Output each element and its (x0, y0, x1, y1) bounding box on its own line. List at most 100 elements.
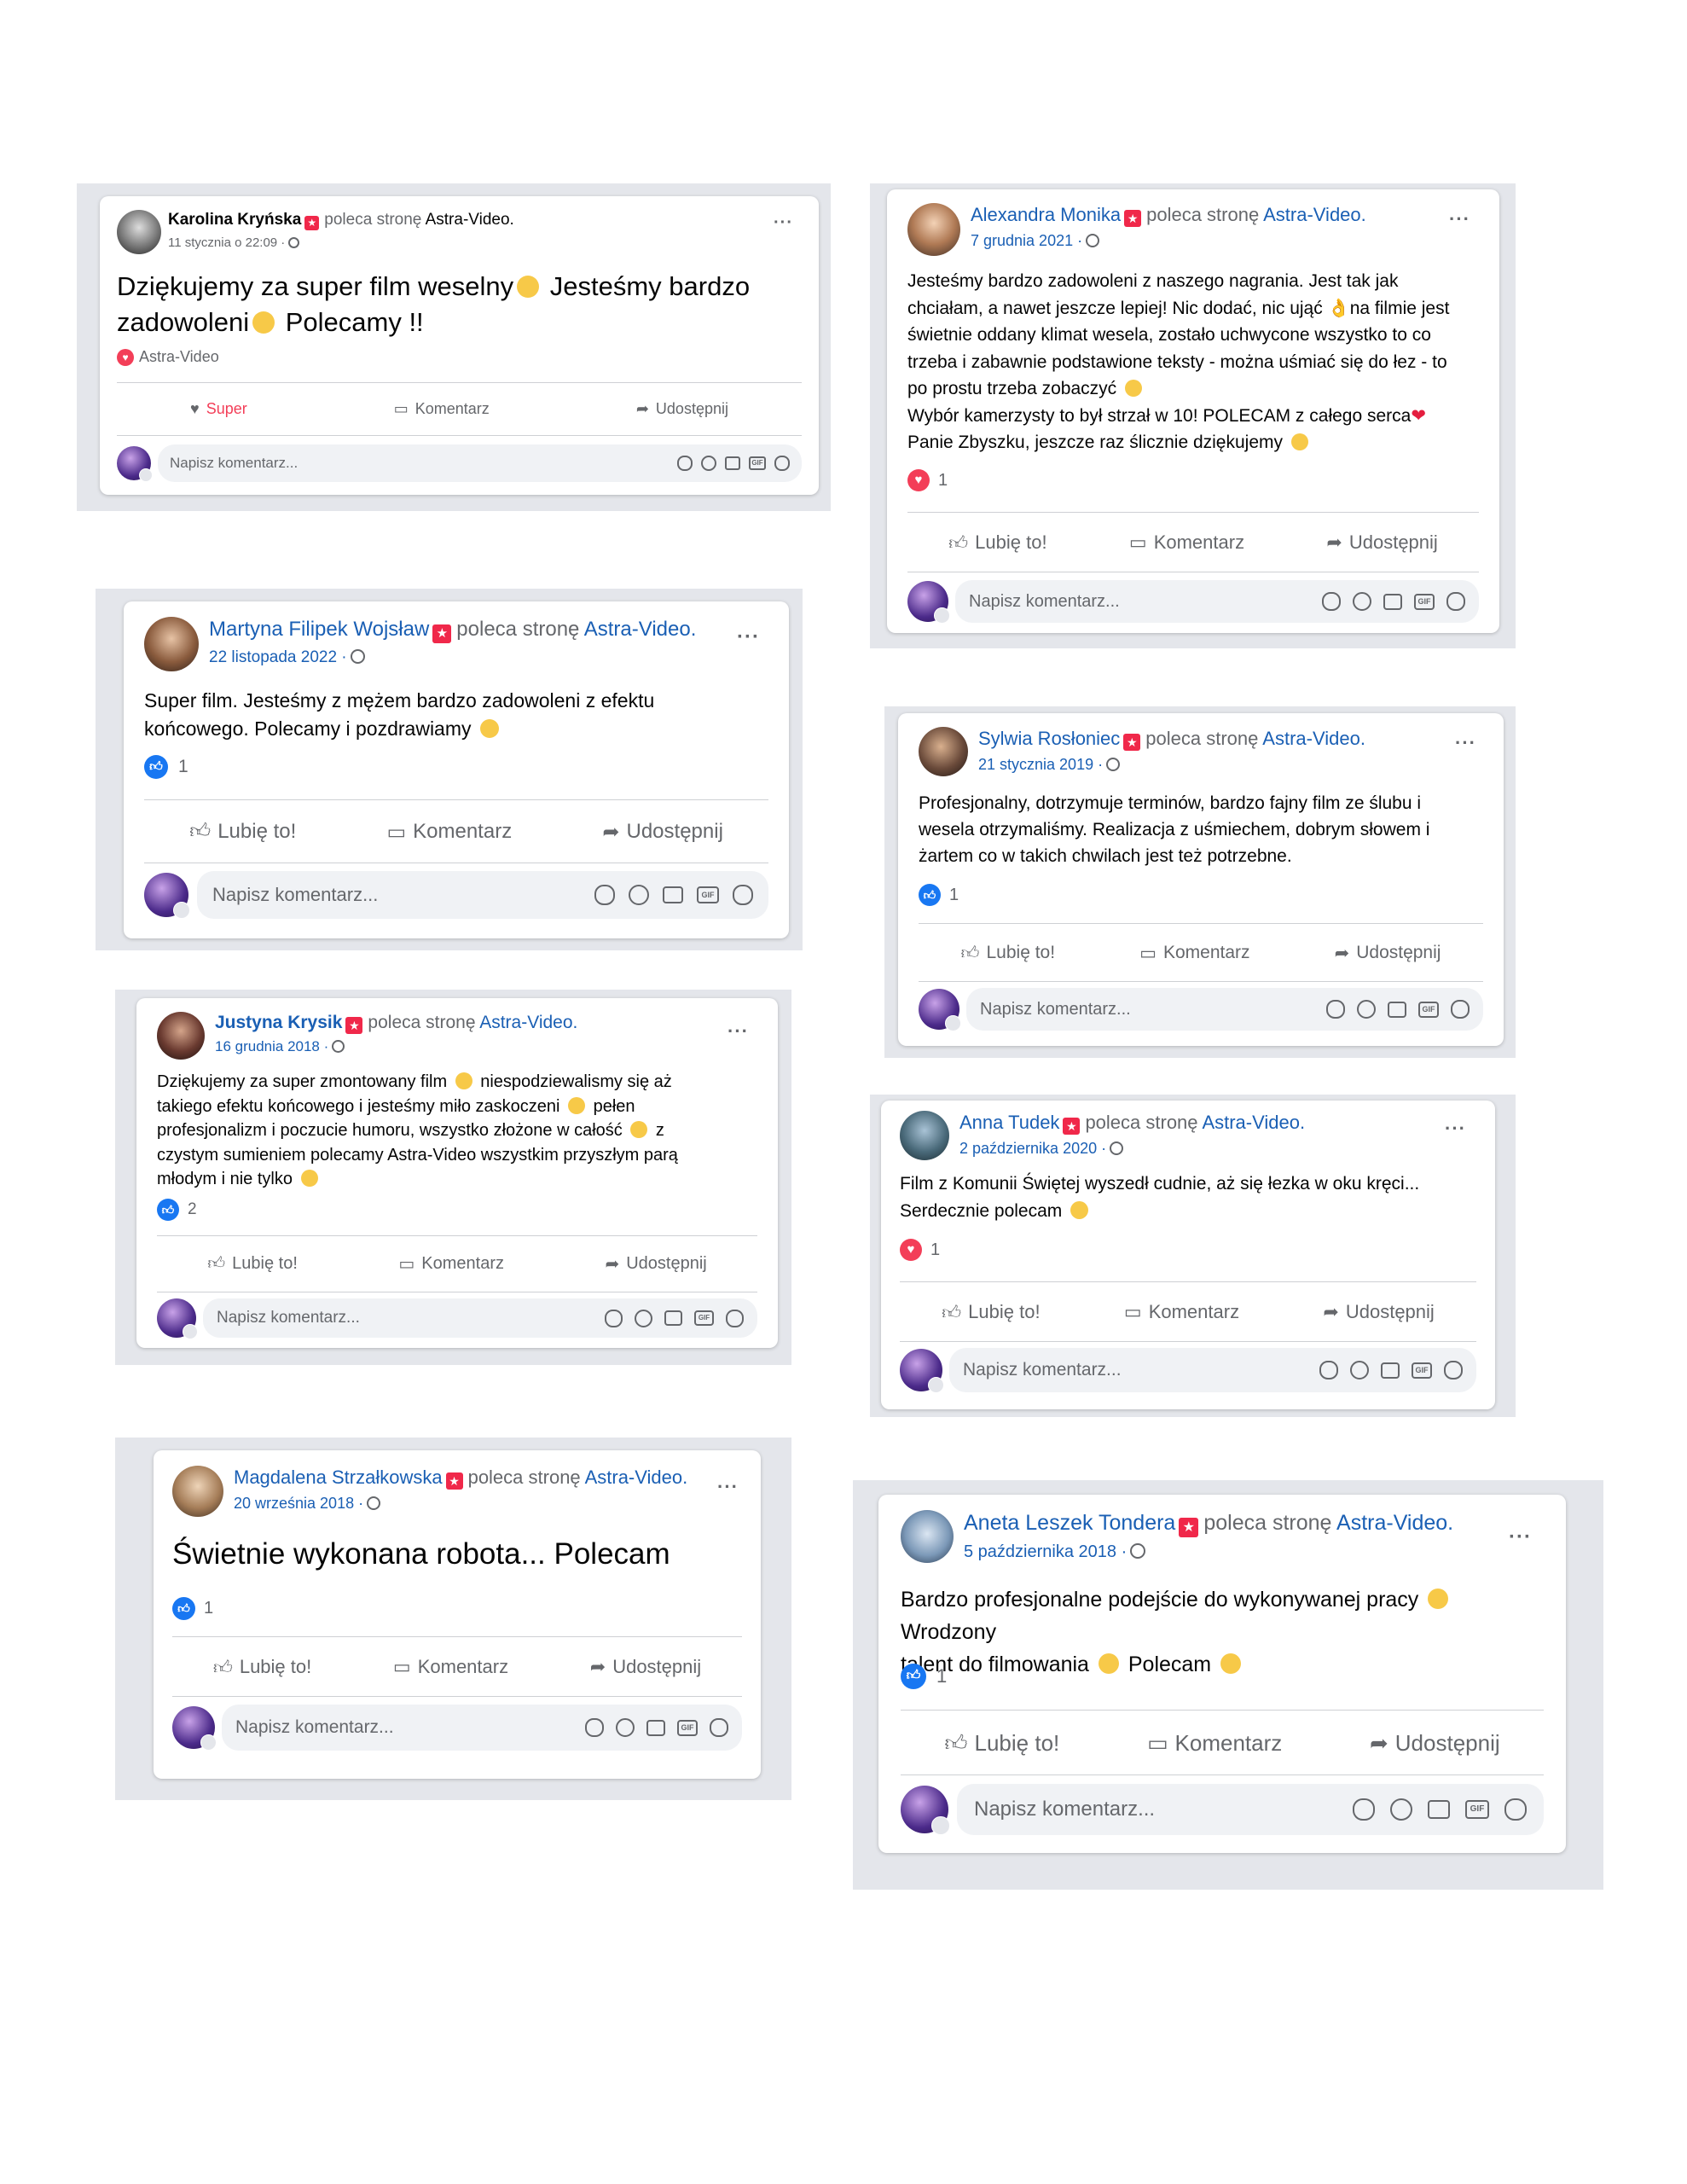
comment-button[interactable]: ▭ Komentarz (1147, 1730, 1282, 1757)
like-button[interactable]: 👍︎ Lubię to! (942, 1301, 1040, 1324)
comment-button[interactable]: ▭ Komentarz (386, 820, 512, 845)
emoji-icon[interactable] (1350, 1361, 1369, 1380)
avatar[interactable] (900, 1111, 949, 1160)
avatar[interactable] (144, 617, 199, 671)
page-link[interactable]: Astra-Video. (1263, 204, 1366, 225)
sticker-icon[interactable] (585, 1718, 604, 1737)
user-avatar[interactable] (919, 989, 961, 1031)
gif-icon[interactable]: GIF (694, 1310, 714, 1326)
avatar-sticker-icon[interactable] (1451, 1000, 1470, 1019)
sticker-icon[interactable] (594, 885, 615, 905)
sticker-icon[interactable] (1326, 1000, 1345, 1019)
page-link[interactable]: Astra-Video. (426, 211, 514, 229)
post-date[interactable]: 7 grudnia 2021 · (971, 232, 1082, 249)
reaction-summary[interactable]: 👍︎ 1 (172, 1597, 213, 1620)
like-button[interactable]: 👍︎ Lubię to! (189, 820, 296, 844)
author-name[interactable]: Martyna Filipek Wojsław (209, 618, 429, 641)
author-name[interactable]: Alexandra Monika (971, 204, 1121, 225)
page-link[interactable]: Astra-Video. (585, 1467, 688, 1488)
sticker-icon[interactable] (1319, 1361, 1338, 1380)
gif-icon[interactable]: GIF (749, 456, 766, 470)
avatar[interactable] (117, 210, 161, 254)
share-button[interactable]: ➦ Udostępnij (590, 1656, 701, 1678)
more-options-icon[interactable]: ··· (1449, 208, 1470, 230)
comment-input[interactable]: Napisz komentarz... GIF (222, 1705, 742, 1751)
like-button[interactable]: 👍︎ Lubię to! (961, 942, 1056, 964)
author-name[interactable]: Karolina Kryńska (168, 211, 301, 229)
author-name[interactable]: Justyna Krysik (215, 1013, 342, 1032)
camera-icon[interactable] (1428, 1800, 1450, 1819)
avatar-sticker-icon[interactable] (774, 456, 790, 471)
reaction-summary[interactable]: 👍︎ 1 (901, 1664, 947, 1689)
gif-icon[interactable]: GIF (1418, 1001, 1439, 1018)
camera-icon[interactable] (664, 1310, 682, 1326)
emoji-icon[interactable] (629, 885, 649, 905)
author-name[interactable]: Anna Tudek (959, 1112, 1059, 1133)
more-options-icon[interactable]: ··· (1509, 1525, 1532, 1549)
share-button[interactable]: ➦ Udostępnij (602, 820, 723, 845)
more-options-icon[interactable]: ··· (774, 213, 793, 233)
emoji-icon[interactable] (635, 1309, 652, 1327)
post-date[interactable]: 5 października 2018 · (964, 1542, 1127, 1561)
comment-button[interactable]: ▭ Komentarz (393, 1656, 508, 1678)
comment-button[interactable]: ▭ Komentarz (1139, 943, 1249, 964)
emoji-icon[interactable] (616, 1718, 635, 1737)
sticker-icon[interactable] (605, 1309, 623, 1327)
reaction-summary[interactable]: ♥ 1 (907, 469, 948, 491)
emoji-icon[interactable] (1353, 592, 1371, 611)
like-button[interactable]: 👍︎ Lubię to! (944, 1730, 1059, 1757)
page-link[interactable]: Astra-Video. (479, 1013, 577, 1032)
comment-button[interactable]: ▭ Komentarz (398, 1253, 504, 1275)
gif-icon[interactable]: GIF (677, 1719, 698, 1736)
post-date[interactable]: 20 września 2018 · (234, 1495, 363, 1512)
share-button[interactable]: ➦ Udostępnij (1323, 1301, 1434, 1323)
comment-input[interactable]: Napisz komentarz... GIF (158, 444, 802, 482)
user-avatar[interactable] (157, 1298, 198, 1339)
author-name[interactable]: Sylwia Rosłoniec (978, 728, 1120, 749)
camera-icon[interactable] (1383, 593, 1402, 610)
user-avatar[interactable] (907, 581, 950, 624)
gif-icon[interactable]: GIF (697, 886, 719, 903)
emoji-icon[interactable] (1357, 1000, 1376, 1019)
reaction-summary[interactable]: 👍︎ 1 (144, 755, 188, 779)
avatar-sticker-icon[interactable] (1444, 1361, 1463, 1380)
comment-input[interactable]: Napisz komentarz... GIF (966, 988, 1483, 1031)
avatar-sticker-icon[interactable] (726, 1309, 744, 1327)
author-name[interactable]: Magdalena Strzałkowska (234, 1467, 443, 1488)
avatar[interactable] (172, 1466, 223, 1517)
user-avatar[interactable] (900, 1349, 944, 1393)
more-options-icon[interactable]: ··· (1445, 1118, 1466, 1140)
reaction-summary[interactable]: 👍︎ 2 (157, 1199, 197, 1221)
comment-button[interactable]: ▭ Komentarz (394, 400, 490, 418)
sticker-icon[interactable] (1322, 592, 1341, 611)
more-options-icon[interactable]: ··· (728, 1020, 749, 1043)
page-link[interactable]: Astra-Video. (584, 618, 697, 641)
sticker-icon[interactable] (677, 456, 693, 471)
like-button[interactable]: 👍︎ Lubię to! (213, 1656, 311, 1679)
user-avatar[interactable] (901, 1786, 950, 1835)
post-date[interactable]: 16 grudnia 2018 · (215, 1038, 328, 1054)
camera-icon[interactable] (725, 456, 740, 470)
camera-icon[interactable] (1381, 1362, 1400, 1379)
camera-icon[interactable] (646, 1719, 665, 1736)
comment-input[interactable]: Napisz komentarz... GIF (203, 1298, 757, 1338)
post-date[interactable]: 22 listopada 2022 · (209, 648, 347, 666)
like-button[interactable]: 👍︎ Lubię to! (948, 531, 1046, 555)
reaction-summary[interactable]: ♥ Astra-Video (117, 348, 219, 366)
more-options-icon[interactable]: ··· (1455, 732, 1476, 754)
camera-icon[interactable] (663, 886, 683, 903)
comment-input[interactable]: Napisz komentarz... GIF (949, 1348, 1476, 1392)
gif-icon[interactable]: GIF (1414, 593, 1435, 610)
super-button[interactable]: ♥ Super (190, 400, 247, 418)
post-date[interactable]: 2 października 2020 · (959, 1140, 1106, 1157)
avatar-sticker-icon[interactable] (733, 885, 753, 905)
comment-input[interactable]: Napisz komentarz... GIF (955, 580, 1479, 623)
page-link[interactable]: Astra-Video. (1262, 728, 1365, 749)
comment-input[interactable]: Napisz komentarz... GIF (197, 871, 768, 919)
avatar[interactable] (157, 1012, 205, 1060)
more-options-icon[interactable]: ··· (737, 625, 760, 649)
avatar[interactable] (901, 1510, 954, 1563)
reaction-summary[interactable]: 👍︎ 1 (919, 884, 959, 906)
share-button[interactable]: ➦ Udostępnij (1370, 1730, 1500, 1757)
sticker-icon[interactable] (1353, 1798, 1375, 1821)
